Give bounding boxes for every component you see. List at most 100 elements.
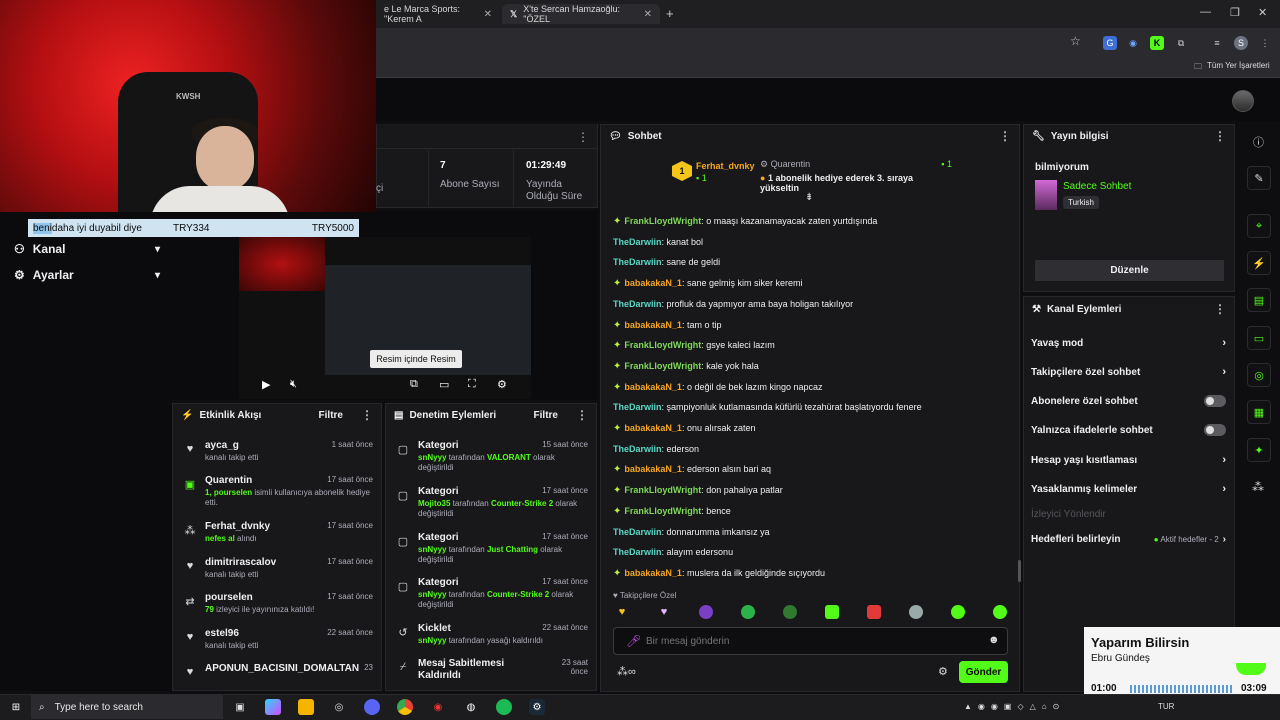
obs-icon[interactable]: ◍ <box>463 699 479 715</box>
copilot-icon[interactable] <box>265 699 281 715</box>
chat-username[interactable]: TheDarwiin <box>613 527 662 537</box>
chat-input-box[interactable]: 🎤︎ ☻ <box>613 627 1008 655</box>
audio-icon[interactable]: ◉ <box>1126 36 1140 50</box>
channel-action-row[interactable]: Yavaş mod › <box>1031 337 1226 349</box>
emote-face-icon[interactable] <box>993 605 1007 619</box>
emote-face-icon[interactable] <box>909 605 923 619</box>
minimize-icon[interactable]: — <box>1200 6 1211 18</box>
chat-username[interactable]: babakakaN_1 <box>624 423 682 433</box>
chat-username[interactable]: babakakaN_1 <box>624 320 682 330</box>
toggle-switch[interactable] <box>1204 424 1226 436</box>
stream-category[interactable]: Sadece Sohbet <box>1063 181 1131 192</box>
chat-username[interactable]: FrankLloydWright <box>624 361 701 371</box>
theater-icon[interactable]: ▭ <box>439 378 449 391</box>
document-icon[interactable]: ▤ <box>1247 288 1271 312</box>
star-icon[interactable]: ☆ <box>1070 34 1081 48</box>
tray-language[interactable]: TUR <box>1158 702 1174 711</box>
steam-icon[interactable]: ⚙ <box>529 699 545 715</box>
chat-username[interactable]: babakakaN_1 <box>624 464 682 474</box>
reading-list-icon[interactable]: ≡ <box>1210 36 1224 50</box>
profile-icon[interactable]: S <box>1234 36 1248 50</box>
play-icon[interactable]: ▶ <box>262 378 270 391</box>
files-icon[interactable] <box>298 699 314 715</box>
channel-action-row[interactable]: Hesap yaşı kısıtlaması › <box>1031 454 1226 466</box>
chat-input[interactable] <box>646 633 976 649</box>
emote-face-icon[interactable] <box>783 605 797 619</box>
bolt-icon[interactable]: ⚡ <box>1247 251 1271 275</box>
toggle-switch[interactable] <box>1204 395 1226 407</box>
windows-start-icon[interactable]: ⊞ <box>8 699 24 715</box>
activity-filter-button[interactable]: Filtre <box>319 410 343 421</box>
translate-icon[interactable]: G <box>1103 36 1117 50</box>
new-tab-button[interactable]: + <box>666 6 674 21</box>
menu-icon[interactable]: ⋮ <box>1214 302 1226 316</box>
extensions-icon[interactable]: ⧉ <box>1174 36 1188 50</box>
chat-username[interactable]: babakakaN_1 <box>624 568 682 578</box>
chrome-icon[interactable] <box>397 699 413 715</box>
app-icon[interactable]: ◎ <box>331 699 347 715</box>
edit-icon[interactable]: ✎ <box>1247 166 1271 190</box>
scan-icon[interactable]: ⌖ <box>1247 214 1271 238</box>
moderation-filter-button[interactable]: Filtre <box>534 410 558 421</box>
channel-action-row[interactable]: Yasaklanmış kelimeler › <box>1031 483 1226 495</box>
channel-action-row[interactable]: Takipçilere özel sohbet › <box>1031 366 1226 378</box>
sidebar-item-ayarlar[interactable]: ⚙ Ayarlar ▾ <box>14 268 160 282</box>
emote-face-icon[interactable] <box>741 605 755 619</box>
taskbar-search[interactable]: ⌕ Type here to search <box>31 695 223 719</box>
fullscreen-icon[interactable]: ⛶ <box>468 378 476 391</box>
set-goals-row[interactable]: Hedefleri belirleyin ● Aktif hedefler - … <box>1031 534 1226 545</box>
all-bookmarks[interactable]: 🗀 Tüm Yer İşaretleri <box>1194 61 1270 75</box>
channel-action-row[interactable]: Yalnızca ifadelerle sohbet <box>1031 424 1226 436</box>
close-icon[interactable]: ✕ <box>484 9 492 20</box>
broadcast-icon[interactable]: ◎ <box>1247 363 1271 387</box>
emote-heart-pink-icon[interactable]: ♥ <box>657 605 671 619</box>
close-icon[interactable]: ✕ <box>644 9 652 20</box>
emoji-icon[interactable]: ☻ <box>988 634 1000 646</box>
stream-preview[interactable] <box>239 237 531 399</box>
avatar[interactable] <box>1232 90 1254 112</box>
menu-icon[interactable]: ⋮ <box>1214 129 1226 143</box>
menu-icon[interactable]: ⋮ <box>361 408 373 422</box>
mute-icon[interactable]: 🔇︎ <box>290 378 297 391</box>
app-icon[interactable]: ◉ <box>430 699 446 715</box>
emote-heart-yellow-icon[interactable]: ♥ <box>615 605 629 619</box>
browser-tab[interactable]: e Le Marca Sports: "Kerem A ✕ <box>376 4 500 24</box>
chat-username[interactable]: FrankLloydWright <box>624 506 701 516</box>
gear-icon[interactable]: ⚙ <box>938 665 948 678</box>
chevron-down-icon[interactable]: ⇟ <box>805 192 813 203</box>
mic-icon[interactable]: 🎤︎ <box>626 634 641 648</box>
points-icon[interactable]: ⁂∞ <box>617 665 636 678</box>
chat-icon[interactable]: ▭ <box>1247 326 1271 350</box>
emote-face-icon[interactable] <box>867 605 881 619</box>
chat-username[interactable]: TheDarwiin <box>613 299 662 309</box>
chat-username[interactable]: TheDarwiin <box>613 402 662 412</box>
layers-icon[interactable]: ▦ <box>1247 400 1271 424</box>
spotify-icon[interactable] <box>496 699 512 715</box>
channel-action-row[interactable]: Abonelere özel sohbet <box>1031 395 1226 407</box>
menu-icon[interactable]: ⋮ <box>999 129 1011 143</box>
chat-username[interactable]: babakakaN_1 <box>624 278 682 288</box>
discord-icon[interactable] <box>364 699 380 715</box>
window-close-icon[interactable]: ✕ <box>1258 6 1267 19</box>
chat-username[interactable]: TheDarwiin <box>613 257 662 267</box>
chat-username[interactable]: FrankLloydWright <box>624 485 701 495</box>
info-icon[interactable]: ⓘ <box>1253 134 1264 150</box>
chat-username[interactable]: FrankLloydWright <box>624 216 701 226</box>
chat-username[interactable]: TheDarwiin <box>613 237 662 247</box>
more-icon[interactable]: ⋮ <box>1258 36 1272 50</box>
settings-icon[interactable]: ⚙ <box>497 378 507 391</box>
scrollbar[interactable] <box>1018 560 1021 582</box>
task-view-icon[interactable]: ▣ <box>232 699 248 715</box>
emote-face-icon[interactable] <box>951 605 965 619</box>
wrench-icon[interactable]: ✦ <box>1247 438 1271 462</box>
sidebar-item-kanal[interactable]: ⚇ Kanal ▾ <box>14 242 160 256</box>
send-button[interactable]: Gönder <box>959 661 1008 683</box>
kick-extension-icon[interactable]: K <box>1150 36 1164 50</box>
restore-icon[interactable]: ❐ <box>1230 6 1240 19</box>
browser-tab[interactable]: 𝕏 X'te Sercan Hamzaoğlu: "ÖZEL ✕ <box>502 4 660 24</box>
menu-icon[interactable]: ⋮ <box>576 408 588 422</box>
chat-username[interactable]: TheDarwiin <box>613 444 662 454</box>
stats-menu-icon[interactable]: ⋮ <box>577 130 589 144</box>
edit-button[interactable]: Düzenle <box>1035 260 1224 281</box>
pip-icon[interactable]: ⧉ <box>410 378 418 391</box>
